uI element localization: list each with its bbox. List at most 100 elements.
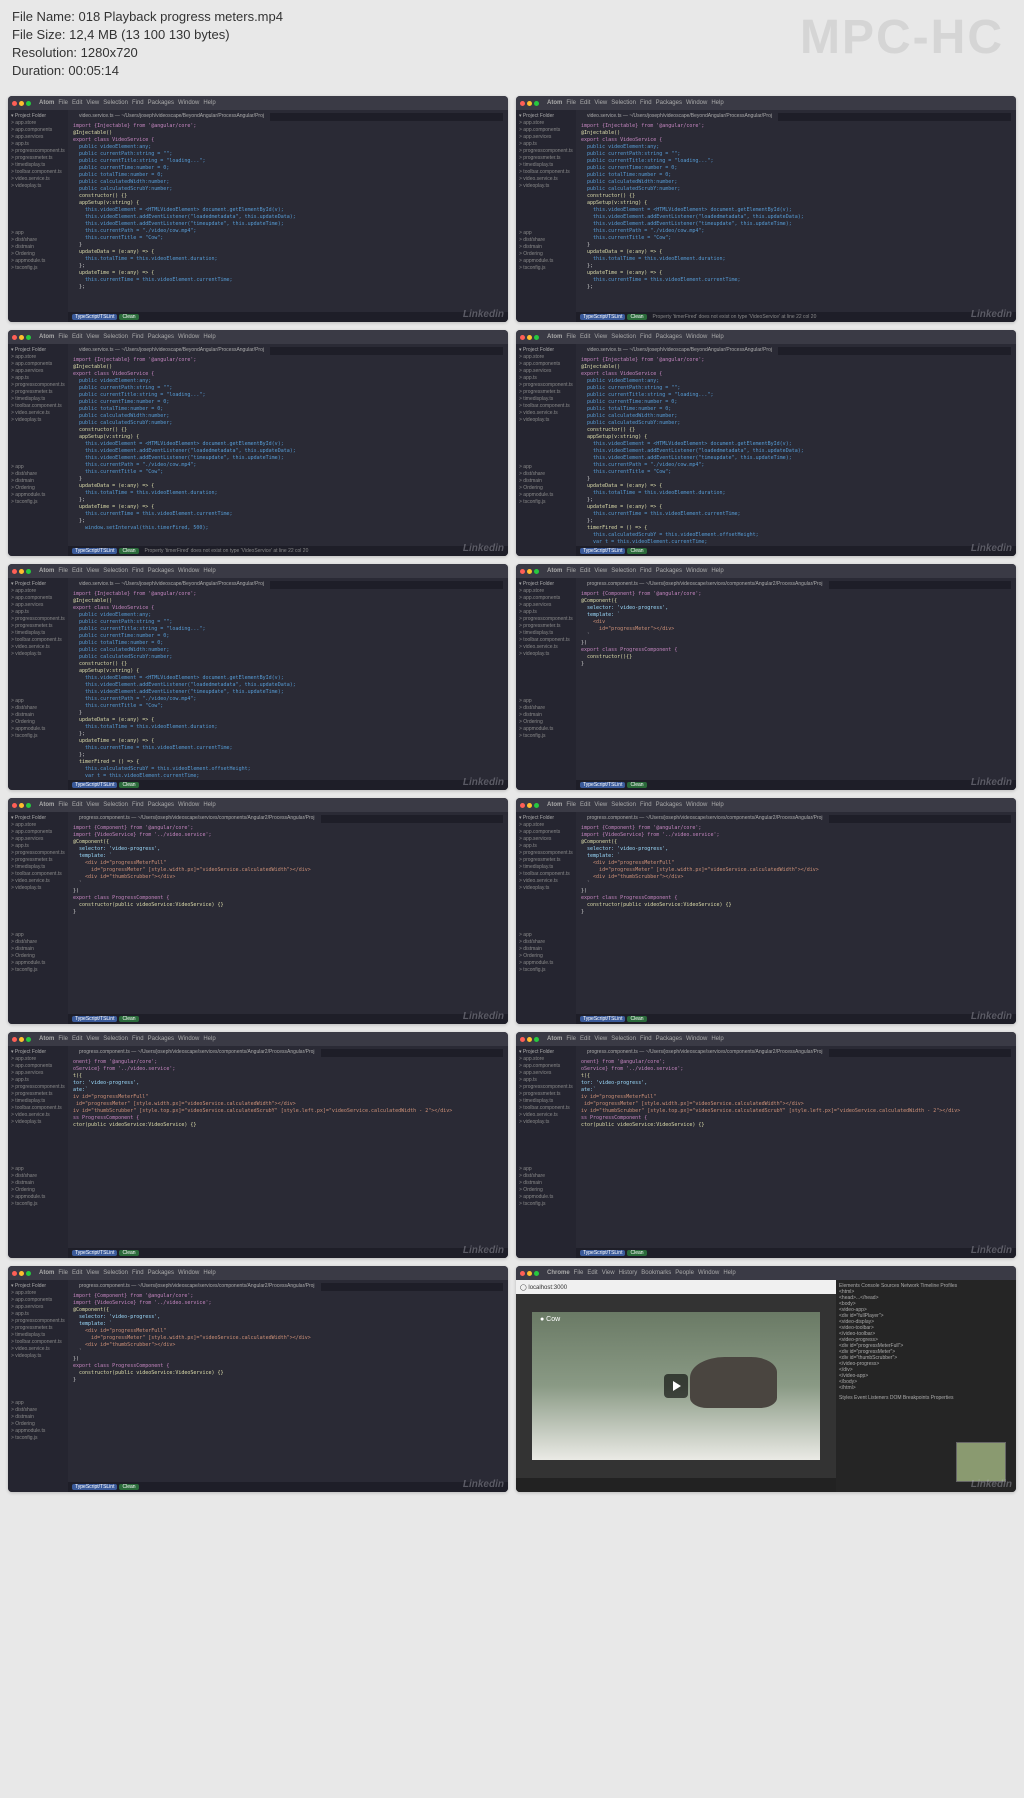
code-line[interactable]: export class VideoService {	[73, 605, 503, 612]
code-line[interactable]: export class ProgressComponent {	[73, 1363, 503, 1370]
status-chip[interactable]: Clean	[119, 1016, 138, 1022]
menu-item[interactable]: File	[58, 334, 68, 340]
window-controls[interactable]	[12, 569, 31, 574]
code-line[interactable]: public currentTitle:string = "loading...…	[581, 392, 1011, 399]
code-line[interactable]: updateData = (e:any) => {	[73, 483, 503, 490]
file-item[interactable]: > appmodule.ts	[519, 1194, 573, 1201]
close-icon[interactable]	[520, 335, 525, 340]
file-item[interactable]: > app	[11, 698, 65, 705]
file-item[interactable]: > progressmeter.ts	[11, 389, 65, 396]
code-line[interactable]: t({	[581, 1073, 1011, 1080]
menu-item[interactable]: Find	[132, 568, 144, 574]
window-controls[interactable]	[520, 101, 539, 106]
file-item[interactable]: > Ordering	[11, 251, 65, 258]
folder-item[interactable]: ▾ Project Folder	[11, 113, 65, 120]
status-chip[interactable]: TypeScript/TSLint	[72, 1484, 117, 1490]
code-line[interactable]: <div id="progressMeterFull"	[73, 860, 503, 867]
window-controls[interactable]	[12, 101, 31, 106]
editor-tab[interactable]: progress.component.ts — ~/Users/joseph/v…	[73, 815, 321, 823]
code-line[interactable]: }	[73, 909, 503, 916]
code-line[interactable]: import {Injectable} from '@angular/core'…	[73, 123, 503, 130]
file-item[interactable]: > dist/share	[519, 237, 573, 244]
file-tree[interactable]: ▾ Project Folder> app.store> app.compone…	[8, 812, 68, 1024]
file-item[interactable]: > Ordering	[519, 251, 573, 258]
close-icon[interactable]	[520, 569, 525, 574]
file-item[interactable]: > timedisplay.ts	[519, 396, 573, 403]
code-line[interactable]: public currentTime:number = 0;	[581, 165, 1011, 172]
file-item[interactable]: > progressmeter.ts	[519, 623, 573, 630]
code-line[interactable]: var t = this.videoElement.currentTime;	[581, 539, 1011, 546]
file-item[interactable]: > tsconfig.js	[11, 1201, 65, 1208]
minimize-icon[interactable]	[527, 1037, 532, 1042]
file-item[interactable]: > tsconfig.js	[11, 499, 65, 506]
close-icon[interactable]	[12, 1271, 17, 1276]
code-line[interactable]: this.currentTime = this.videoElement.cur…	[581, 511, 1011, 518]
maximize-icon[interactable]	[26, 1271, 31, 1276]
file-item[interactable]: > app.components	[11, 1063, 65, 1070]
file-item[interactable]: > progresscomponent.ts	[519, 850, 573, 857]
file-item[interactable]: > toolbar.component.ts	[519, 169, 573, 176]
menu-item[interactable]: Find	[640, 334, 652, 340]
code-line[interactable]: public calculatedScrubY:number;	[581, 186, 1011, 193]
menu-item[interactable]: Edit	[580, 1036, 590, 1042]
file-item[interactable]: > app.components	[11, 595, 65, 602]
file-item[interactable]: > distmain	[519, 946, 573, 953]
close-icon[interactable]	[520, 101, 525, 106]
file-item[interactable]: > tsconfig.js	[519, 499, 573, 506]
code-line[interactable]: public videoElement:any;	[73, 144, 503, 151]
menu-item[interactable]: File	[58, 802, 68, 808]
file-tree[interactable]: ▾ Project Folder> app.store> app.compone…	[516, 578, 576, 790]
file-item[interactable]: > tsconfig.js	[11, 265, 65, 272]
editor-tab[interactable]: video.service.ts — ~/Users/joseph/videos…	[73, 581, 270, 589]
code-line[interactable]: constructor(){}	[581, 654, 1011, 661]
code-line[interactable]: iv id="progressMeterFull"	[581, 1094, 1011, 1101]
code-editor[interactable]: progress.component.ts — ~/Users/joseph/v…	[68, 812, 508, 1024]
code-line[interactable]: template: `	[73, 853, 503, 860]
code-line[interactable]: ss ProgressComponent {	[581, 1115, 1011, 1122]
minimize-icon[interactable]	[527, 569, 532, 574]
menu-item[interactable]: Find	[132, 334, 144, 340]
menu-item[interactable]: View	[594, 568, 607, 574]
code-line[interactable]: this.videoElement = <HTMLVideoElement> d…	[73, 207, 503, 214]
status-chip[interactable]: TypeScript/TSLint	[580, 782, 625, 788]
minimize-icon[interactable]	[527, 101, 532, 106]
code-line[interactable]: iv id="progressMeterFull"	[73, 1094, 503, 1101]
editor-tab[interactable]: progress.component.ts — ~/Users/joseph/v…	[581, 581, 829, 589]
folder-item[interactable]: ▾ Project Folder	[519, 815, 573, 822]
file-item[interactable]: > app.store	[11, 822, 65, 829]
minimize-icon[interactable]	[19, 1037, 24, 1042]
code-line[interactable]: this.videoElement.addEventListener("time…	[73, 689, 503, 696]
file-item[interactable]: > app.services	[11, 134, 65, 141]
code-line[interactable]: ate:`	[581, 1087, 1011, 1094]
close-icon[interactable]	[520, 1271, 525, 1276]
code-line[interactable]: @Component({	[73, 1307, 503, 1314]
file-item[interactable]: > app.ts	[519, 843, 573, 850]
code-line[interactable]: updateTime = (e:any) => {	[73, 738, 503, 745]
file-item[interactable]: > dist/share	[11, 471, 65, 478]
code-line[interactable]: selector: 'video-progress',	[581, 605, 1011, 612]
code-line[interactable]: export class ProgressComponent {	[581, 895, 1011, 902]
code-line[interactable]: public videoElement:any;	[581, 144, 1011, 151]
code-line[interactable]: };	[581, 263, 1011, 270]
code-line[interactable]: this.videoElement.addEventListener("load…	[73, 214, 503, 221]
file-item[interactable]: > videoplay.ts	[11, 1353, 65, 1360]
minimize-icon[interactable]	[527, 803, 532, 808]
code-line[interactable]: this.videoElement = <HTMLVideoElement> d…	[73, 675, 503, 682]
menu-item[interactable]: Window	[178, 1036, 199, 1042]
code-line[interactable]: public totalTime:number = 0;	[581, 406, 1011, 413]
file-item[interactable]: > Ordering	[519, 1187, 573, 1194]
code-line[interactable]: `	[73, 1349, 503, 1356]
code-line[interactable]: this.currentTitle = "Cow";	[581, 469, 1011, 476]
menu-item[interactable]: File	[58, 1270, 68, 1276]
code-line[interactable]: };	[73, 263, 503, 270]
menu-item[interactable]: View	[86, 1270, 99, 1276]
code-line[interactable]: };	[73, 284, 503, 291]
code-editor[interactable]: progress.component.ts — ~/Users/joseph/v…	[68, 1280, 508, 1492]
file-item[interactable]: > appmodule.ts	[519, 492, 573, 499]
code-line[interactable]: })	[581, 640, 1011, 647]
menu-item[interactable]: Help	[203, 1270, 215, 1276]
code-line[interactable]: public totalTime:number = 0;	[581, 172, 1011, 179]
code-line[interactable]: @Injectable()	[73, 598, 503, 605]
code-line[interactable]: this.currentPath = "./video/cow.mp4";	[73, 696, 503, 703]
file-item[interactable]: > progresscomponent.ts	[519, 148, 573, 155]
